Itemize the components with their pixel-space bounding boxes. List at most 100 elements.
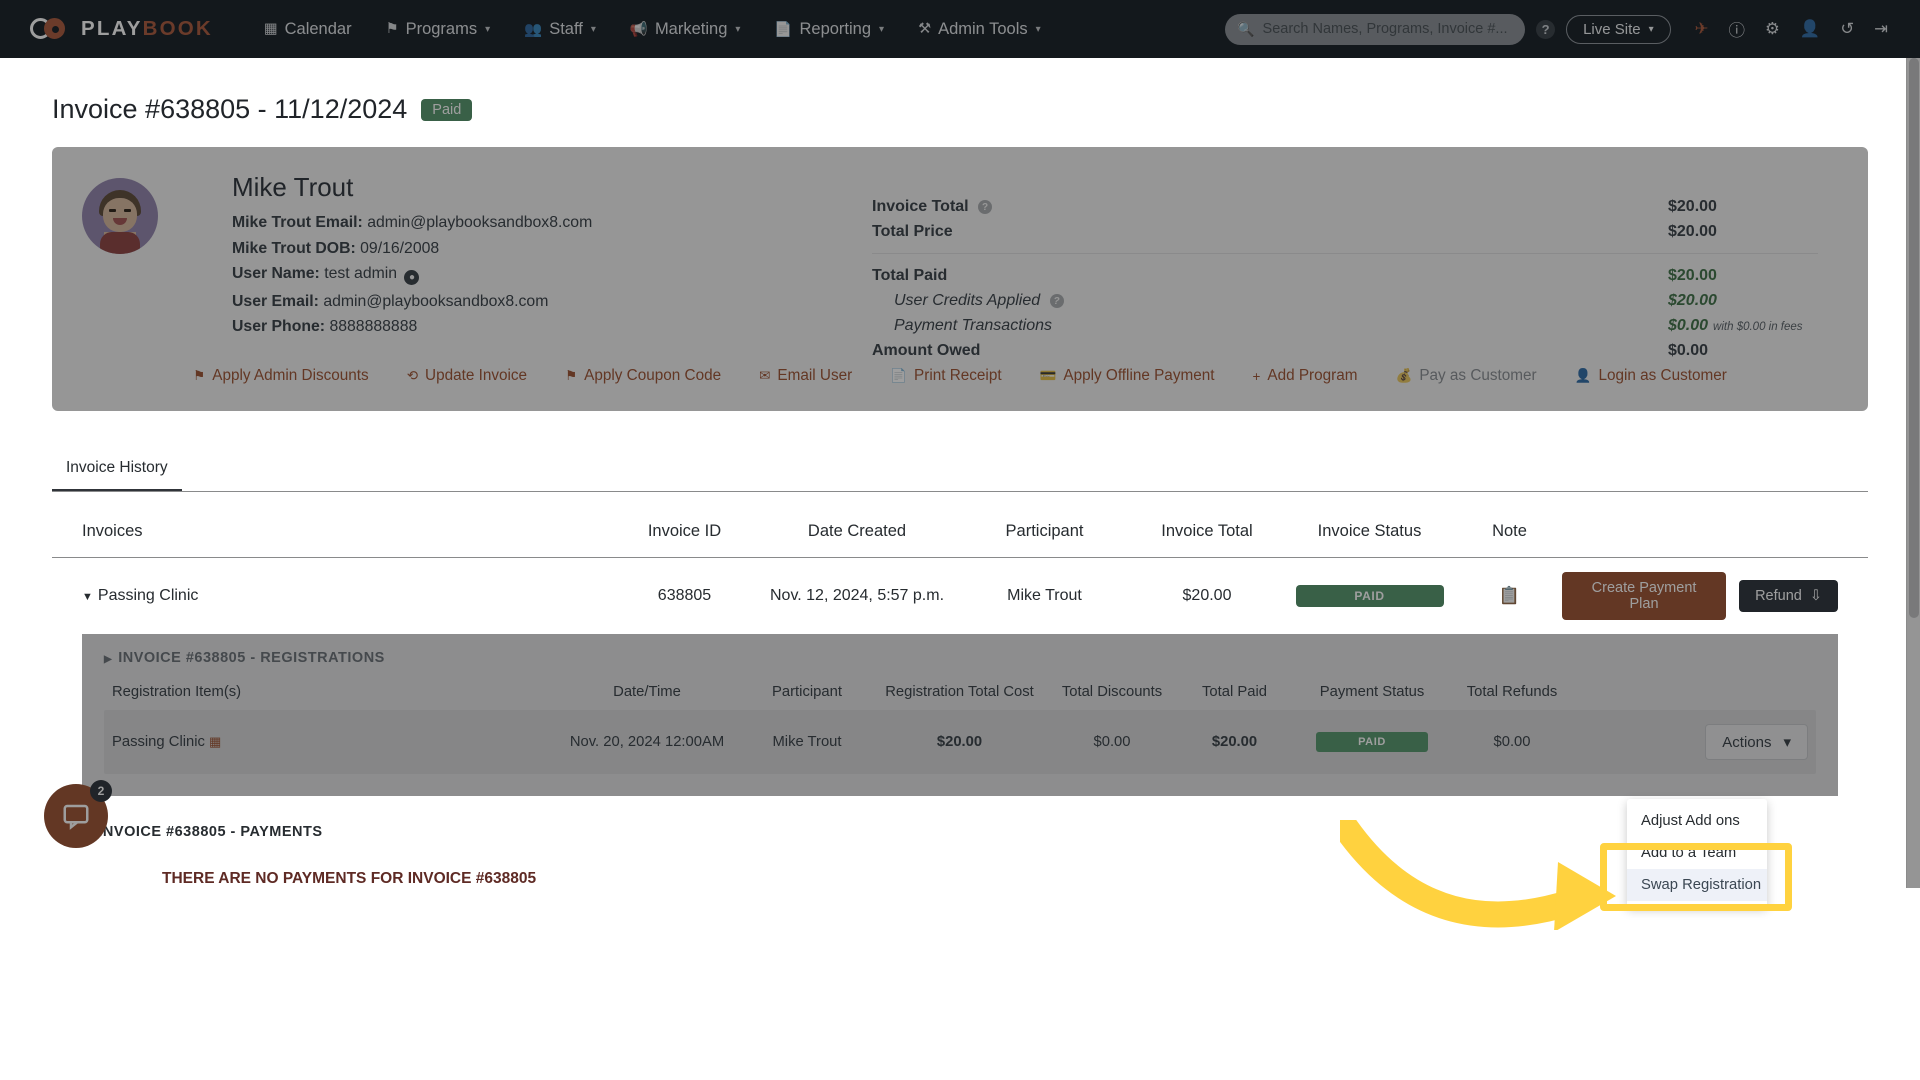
update-invoice-label: Update Invoice	[425, 367, 528, 384]
search-input[interactable]	[1262, 21, 1514, 37]
user-check-icon: 👤	[1574, 368, 1592, 383]
registration-actions-dropdown: Adjust Add ons Add to a Team Swap Regist…	[1627, 799, 1767, 907]
scrollbar-thumb[interactable]	[1909, 58, 1919, 618]
live-site-label: Live Site	[1583, 20, 1641, 38]
flag-icon: ⚑	[385, 21, 399, 37]
table-row: ▼ Passing Clinic 638805 Nov. 12, 2024, 5:…	[52, 558, 1868, 634]
tab-invoice-history[interactable]: Invoice History	[52, 449, 182, 491]
page-title-text: Invoice #638805 - 11/12/2024	[52, 94, 408, 124]
top-navbar: PLAYBOOK ▦ Calendar ⚑ Programs ▾ 👥 Staff…	[0, 0, 1920, 58]
gear-icon[interactable]: ⚙	[1755, 12, 1790, 46]
customer-field-username-value: test admin	[324, 265, 398, 282]
rocket-icon[interactable]: ✈	[1685, 12, 1719, 46]
help-circle-icon[interactable]: ?	[1536, 19, 1556, 39]
page-scrollbar[interactable]	[1906, 58, 1920, 888]
wrench-icon: ⚒	[918, 21, 932, 37]
registration-item-cell: Passing Clinic ▦	[112, 734, 552, 750]
registration-actions-button[interactable]: Actions ▾	[1705, 724, 1808, 760]
search-icon: 🔍	[1237, 20, 1255, 37]
chevron-down-icon: ▾	[1648, 23, 1654, 35]
registrations-section-title[interactable]: ▶ INVOICE #638805 - REGISTRATIONS	[104, 650, 1816, 666]
login-as-customer-link[interactable]: 👤 Login as Customer	[1556, 363, 1746, 389]
add-program-link[interactable]: + Add Program	[1233, 363, 1376, 389]
brand-word-play: PLAY	[81, 17, 143, 40]
payments-empty-message: THERE ARE NO PAYMENTS FOR INVOICE #63880…	[162, 870, 537, 887]
chevron-down-icon: ▾	[1035, 23, 1041, 35]
payments-section: ▼INVOICE #638805 - PAYMENTS THERE ARE NO…	[82, 824, 1838, 888]
row-participant: Mike Trout	[1007, 587, 1082, 604]
totals-label-user-credits-text: User Credits Applied	[894, 291, 1041, 309]
nav-item-admin-tools[interactable]: ⚒ Admin Tools ▾	[901, 12, 1058, 47]
history-icon[interactable]: ↺	[1830, 12, 1864, 46]
nav-item-marketing[interactable]: 📢 Marketing ▾	[613, 12, 758, 47]
col-header-participant: Participant	[1005, 522, 1084, 540]
totals-label-total-paid: Total Paid	[872, 266, 948, 284]
customer-field-user-phone-label: User Phone:	[232, 318, 326, 335]
help-circle-icon-user-credits[interactable]: ?	[1049, 294, 1064, 308]
totals-divider	[872, 253, 1818, 254]
email-user-link[interactable]: ✉ Email User	[740, 363, 871, 389]
chat-widget-button[interactable]: 2	[44, 780, 112, 848]
registration-total-refunds: $0.00	[1493, 734, 1531, 750]
row-invoice-name-cell[interactable]: ▼ Passing Clinic	[82, 587, 612, 605]
apply-admin-discounts-link[interactable]: ⚑ Apply Admin Discounts	[174, 363, 388, 389]
help-circle-icon-invoice-total[interactable]: ?	[978, 200, 993, 214]
pay-as-customer-link[interactable]: 💰 Pay as Customer	[1377, 363, 1556, 389]
row-date-created: Nov. 12, 2024, 5:57 p.m.	[769, 587, 945, 604]
registration-datetime: Nov. 20, 2024 12:00AM	[569, 734, 725, 750]
row-note[interactable]: 📋	[1457, 586, 1562, 606]
status-badge: Paid	[421, 98, 473, 121]
col-header-invoice-total: Invoice Total	[1161, 522, 1253, 540]
nav-item-programs-label: Programs	[405, 19, 478, 38]
payments-section-title[interactable]: ▼INVOICE #638805 - PAYMENTS	[82, 824, 1838, 840]
totals-fee-note: with $0.00 in fees	[1713, 320, 1803, 333]
live-site-button[interactable]: Live Site ▾	[1566, 14, 1671, 44]
logout-icon[interactable]: ⇥	[1864, 12, 1898, 46]
col-header-registration-items: Registration Item(s)	[112, 684, 242, 700]
apply-coupon-code-label: Apply Coupon Code	[584, 367, 722, 384]
chevron-down-icon: ▾	[879, 23, 885, 35]
col-header-reg-total-refunds: Total Refunds	[1466, 684, 1558, 700]
customer-field-user-phone-value: 8888888888	[329, 318, 418, 335]
update-invoice-link[interactable]: ⟲ Update Invoice	[388, 363, 546, 389]
login-as-customer-label: Login as Customer	[1598, 367, 1727, 384]
apply-coupon-code-link[interactable]: ⚑ Apply Coupon Code	[546, 363, 740, 389]
create-payment-plan-button[interactable]: Create Payment Plan	[1562, 572, 1727, 620]
brand-logo[interactable]: PLAYBOOK	[30, 16, 213, 42]
row-invoice-name: Passing Clinic	[97, 587, 199, 604]
col-header-reg-total-cost: Registration Total Cost	[885, 684, 1034, 700]
dropdown-item-add-to-a-team[interactable]: Add to a Team	[1627, 837, 1767, 869]
expand-caret-icon-registrations[interactable]: ▶	[104, 654, 112, 665]
totals-label-total-price: Total Price	[872, 222, 953, 240]
search-box[interactable]: 🔍	[1225, 13, 1526, 45]
help-circle-icon-2[interactable]: ⓘ	[1719, 10, 1756, 48]
nav-item-programs[interactable]: ⚑ Programs ▾	[369, 12, 508, 47]
row-invoice-total: $20.00	[1182, 587, 1232, 604]
refund-button[interactable]: Refund ⇩	[1739, 580, 1838, 612]
col-header-date-created: Date Created	[807, 522, 907, 540]
refund-button-label: Refund	[1755, 588, 1802, 604]
avatar-column	[82, 172, 232, 363]
navbar-right: 🔍 ? Live Site ▾ ✈ ⓘ ⚙ 👤 ↺ ⇥	[1225, 10, 1898, 48]
clipboard-icon[interactable]: 📋	[1499, 586, 1520, 605]
expand-caret-icon[interactable]: ▼	[82, 591, 93, 603]
chevron-down-icon: ▾	[735, 23, 741, 35]
add-user-icon[interactable]: 👤	[1790, 13, 1831, 46]
registration-type-icon: ▦	[208, 734, 222, 749]
avatar	[82, 178, 158, 254]
dropdown-item-adjust-add-ons[interactable]: Adjust Add ons	[1627, 805, 1767, 837]
registration-total-paid: $20.00	[1211, 734, 1258, 750]
apply-offline-payment-label: Apply Offline Payment	[1063, 367, 1215, 384]
print-receipt-link[interactable]: 📄 Print Receipt	[871, 363, 1020, 389]
customer-field-dob: Mike Trout DOB: 09/16/2008	[232, 240, 872, 258]
nav-item-staff[interactable]: 👥 Staff ▾	[507, 12, 613, 47]
add-program-label: Add Program	[1267, 367, 1358, 384]
nav-item-calendar[interactable]: ▦ Calendar	[247, 12, 369, 47]
email-user-label: Email User	[777, 367, 853, 384]
totals-value-payment-transactions: $0.00 with $0.00 in fees	[1668, 317, 1818, 335]
nav-item-reporting[interactable]: 📄 Reporting ▾	[757, 12, 901, 47]
apply-offline-payment-link[interactable]: 💳 Apply Offline Payment	[1021, 363, 1234, 389]
col-header-reg-total-paid: Total Paid	[1202, 684, 1267, 700]
dropdown-item-swap-registration[interactable]: Swap Registration	[1627, 869, 1767, 901]
totals-value-user-credits: $20.00	[1668, 291, 1717, 309]
